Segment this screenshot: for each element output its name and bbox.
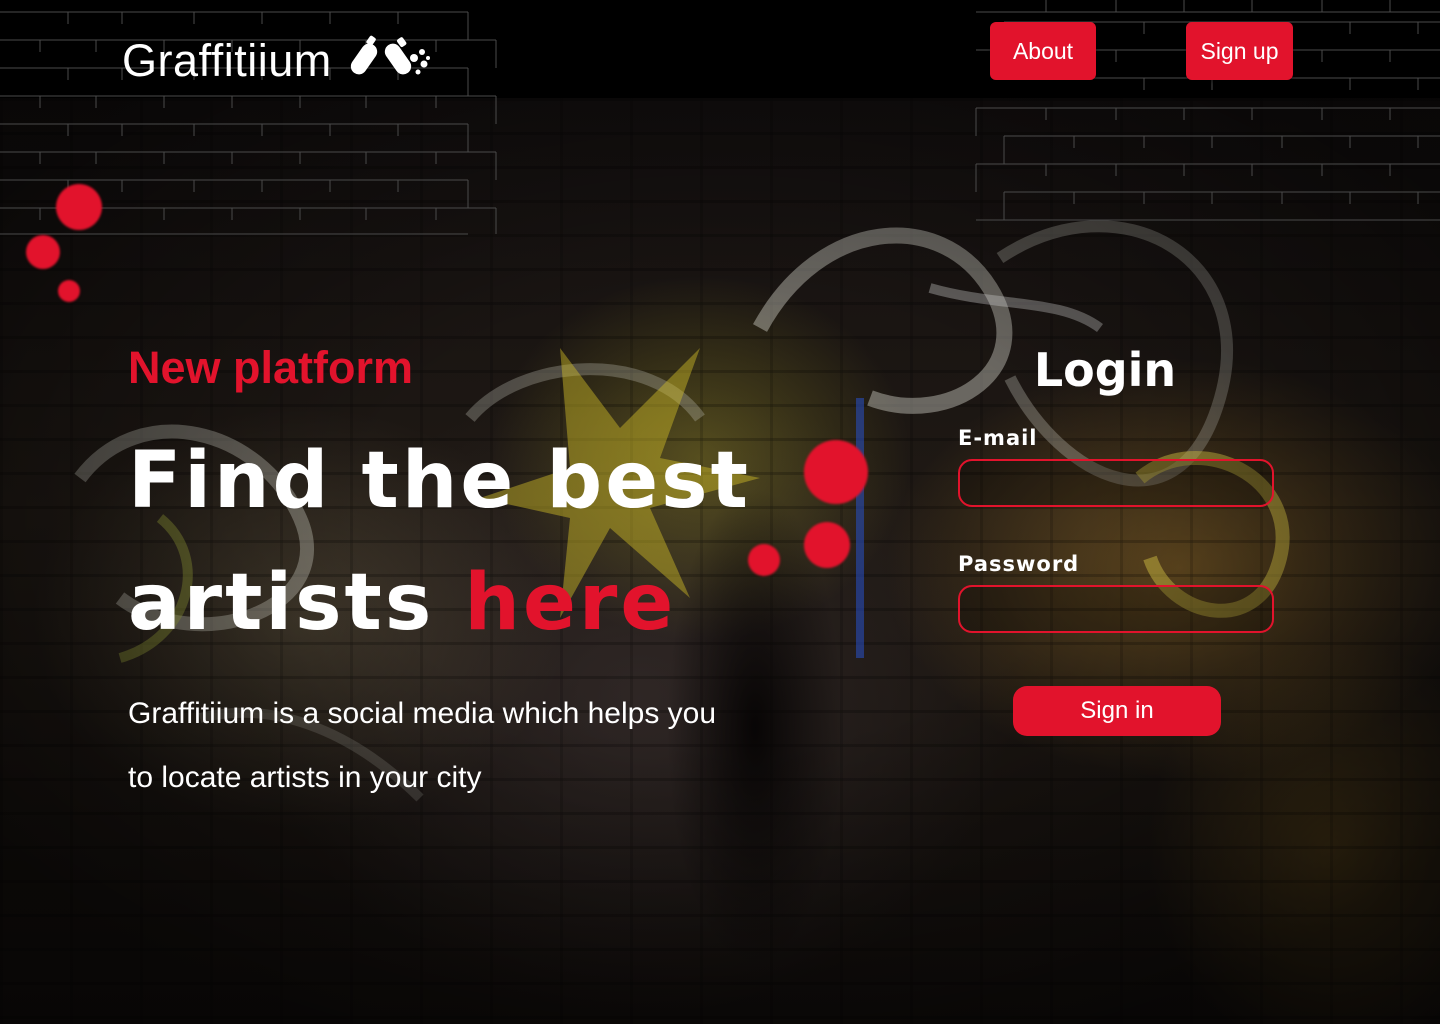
- paint-splat-decoration: [56, 184, 102, 230]
- signup-button[interactable]: Sign up: [1186, 22, 1293, 80]
- email-field[interactable]: [958, 459, 1274, 507]
- hero-headline: Find the best artists here: [128, 420, 751, 664]
- paint-splat-decoration: [58, 280, 80, 302]
- hero-tagline: New platform: [128, 342, 414, 393]
- about-button[interactable]: About: [990, 22, 1096, 80]
- paint-splat-decoration: [804, 522, 850, 568]
- headline-line-2: artists: [128, 558, 435, 648]
- paint-splat-decoration: [26, 235, 60, 269]
- login-title: Login: [1033, 343, 1177, 397]
- headline-accent: here: [464, 558, 677, 648]
- sign-in-button[interactable]: Sign in: [1013, 686, 1221, 736]
- paint-splat-decoration: [748, 544, 780, 576]
- password-field[interactable]: [958, 585, 1274, 633]
- email-label: E-mail: [958, 426, 1038, 450]
- hero-description: Graffitiium is a social media which help…: [128, 697, 717, 794]
- paint-splat-decoration: [804, 440, 868, 504]
- top-navbar: Graffitiium About Sign up: [0, 0, 1440, 235]
- brand-logo[interactable]: Graffitiium: [122, 34, 332, 88]
- password-label: Password: [958, 552, 1080, 576]
- headline-line-1: Find the best: [128, 436, 751, 526]
- spray-can-icon: [346, 34, 430, 87]
